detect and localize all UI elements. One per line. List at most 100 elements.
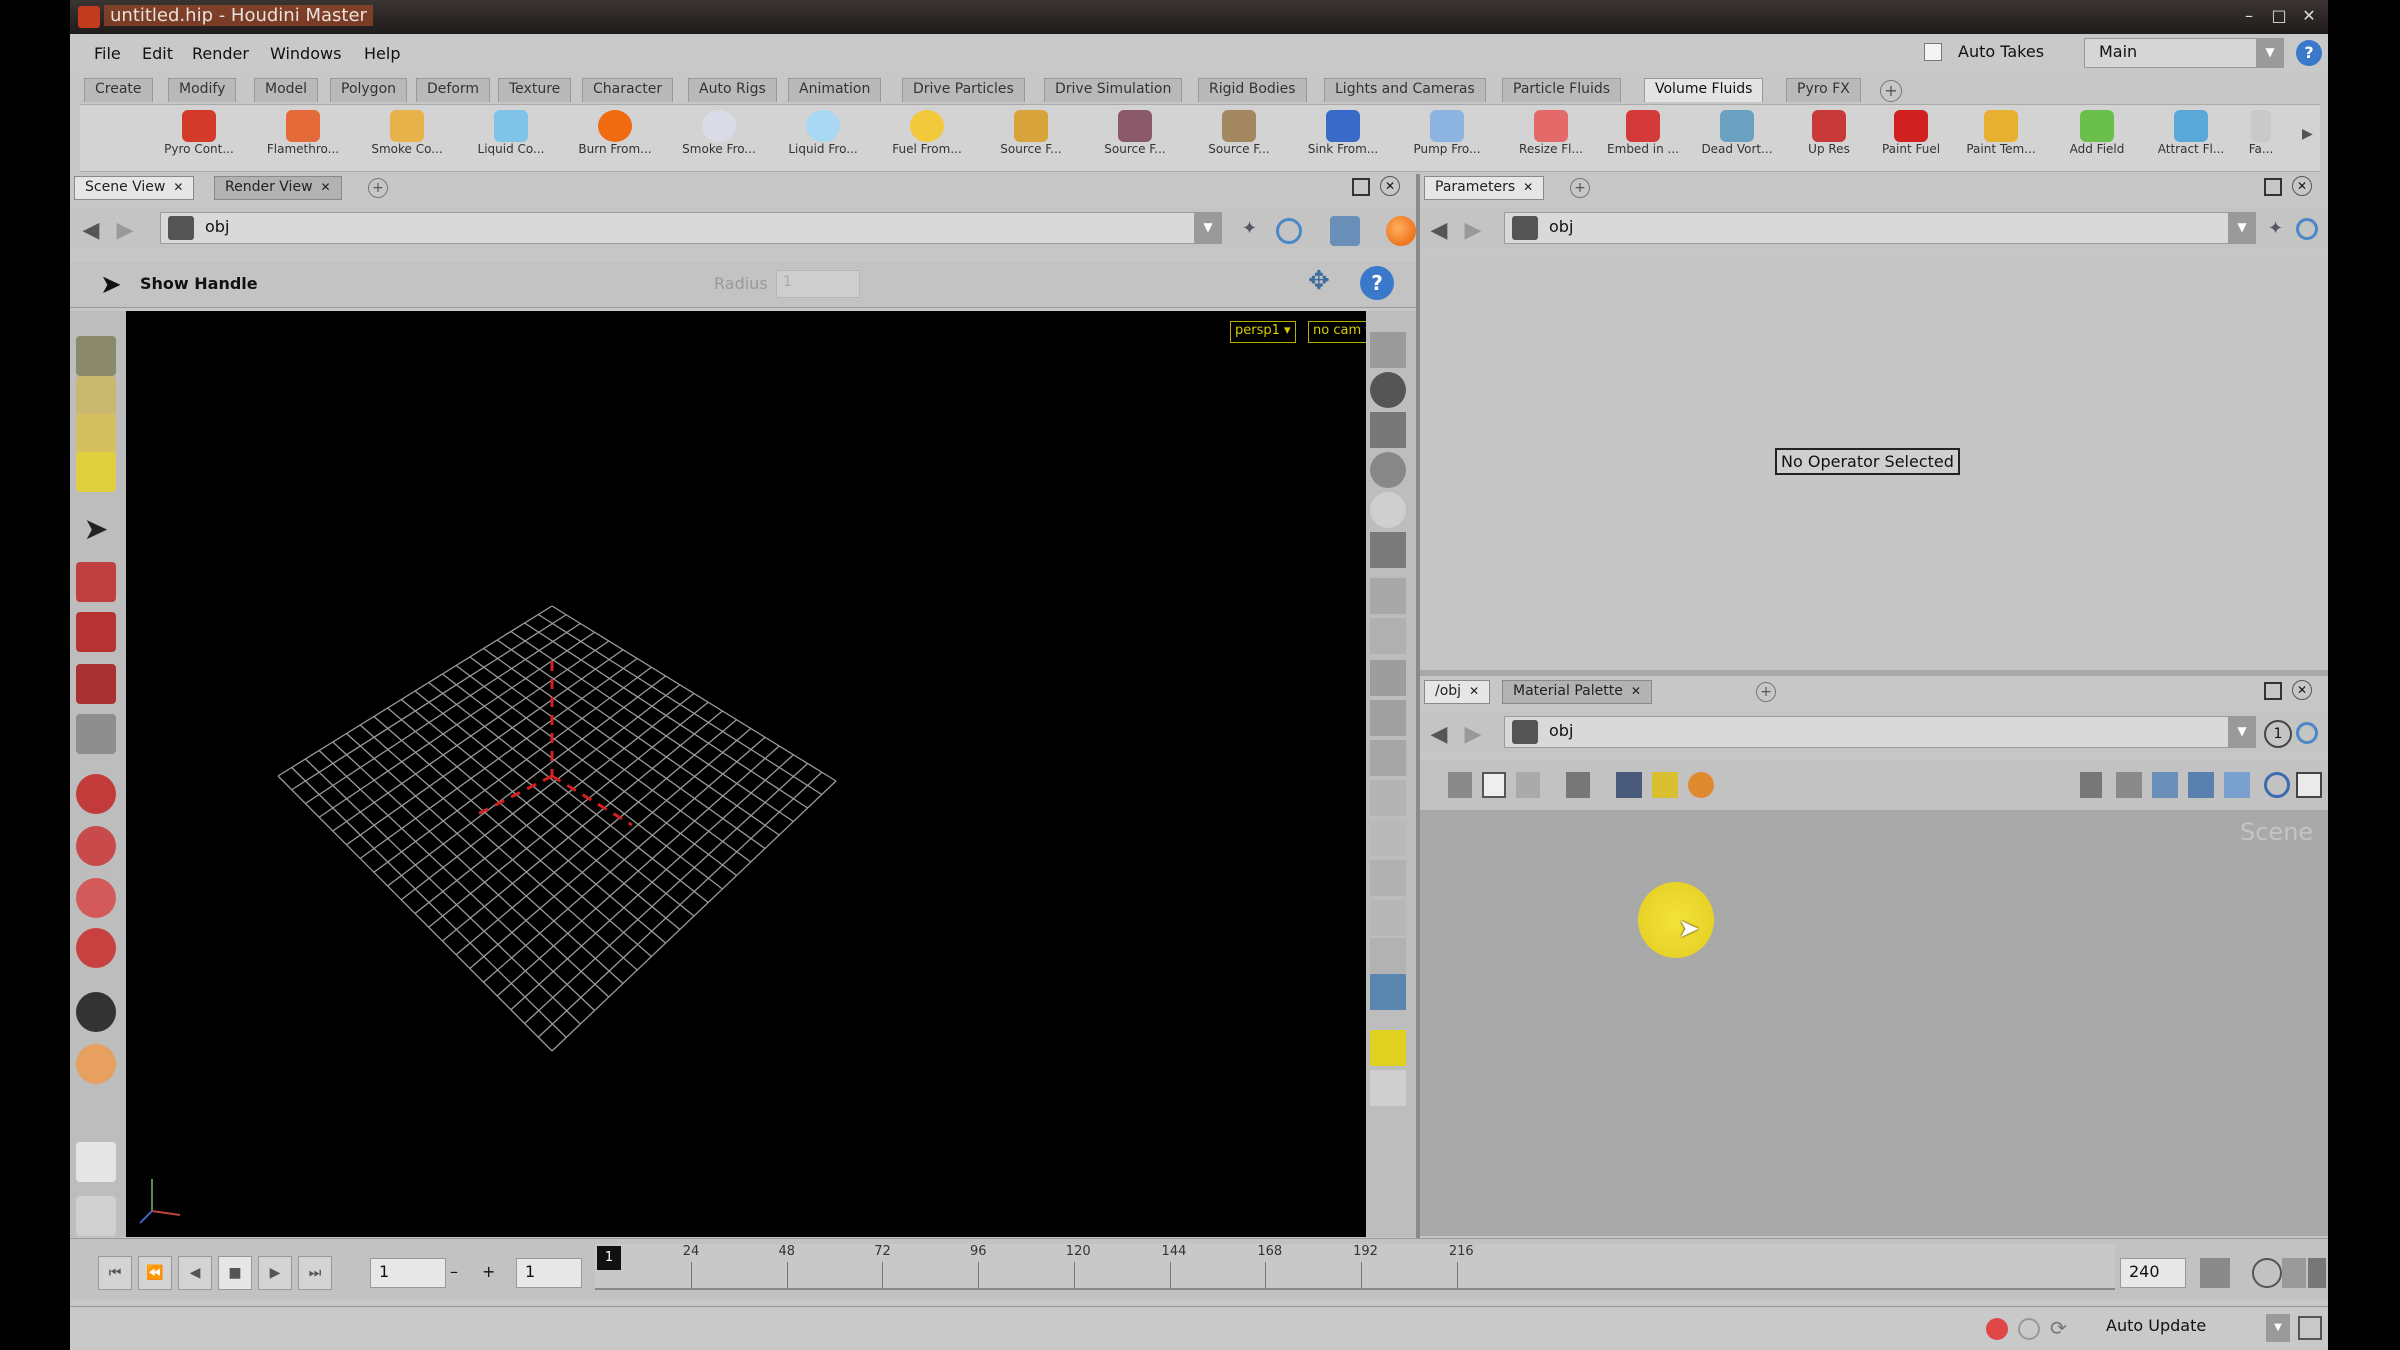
xform-tool-icon[interactable] [76, 774, 116, 814]
step-back-icon[interactable]: ⏪ [138, 1256, 172, 1290]
pin-icon[interactable]: ✦ [2268, 218, 2283, 239]
realtime-icon[interactable] [2252, 1258, 2282, 1288]
scale-tool-icon[interactable] [76, 664, 116, 704]
color-palette-icon[interactable] [1688, 772, 1714, 798]
render-region-icon[interactable] [76, 1044, 116, 1084]
curve-icon[interactable] [1370, 780, 1406, 816]
scale-handle-icon[interactable] [76, 878, 116, 918]
desktop-select[interactable]: Main [2084, 38, 2284, 68]
tool-liquid-from-object[interactable]: Liquid Fro... [780, 108, 866, 168]
shading-icon[interactable] [1370, 532, 1406, 568]
close-icon[interactable]: ✕ [321, 180, 331, 194]
stop-cook-icon[interactable] [1986, 1318, 2008, 1340]
pose-handle-icon[interactable] [76, 928, 116, 968]
tool-liquid-container[interactable]: Liquid Co... [468, 108, 554, 168]
shelf-tab-particle-fluids[interactable]: Particle Fluids [1502, 78, 1622, 102]
chevron-down-icon[interactable]: ▼ [2266, 1314, 2290, 1342]
menu-help[interactable]: Help [364, 44, 400, 63]
add-shelf-icon[interactable]: + [1880, 80, 1902, 102]
global-anim-icon[interactable] [2308, 1258, 2326, 1288]
tool-fuel-from-object[interactable]: Fuel From... [884, 108, 970, 168]
close-pane-icon[interactable]: ✕ [2292, 680, 2312, 700]
back-arrow-icon[interactable]: ◀ [1426, 218, 1452, 244]
tab-parameters[interactable]: Parameters ✕ [1424, 176, 1545, 200]
display-options-icon[interactable] [1330, 216, 1360, 246]
tab-obj[interactable]: /obj ✕ [1424, 680, 1491, 704]
camera-icon[interactable] [1370, 372, 1406, 408]
scene-path-field[interactable]: obj [160, 212, 1222, 244]
horizontal-splitter[interactable] [1420, 670, 2328, 676]
shelf-tab-create[interactable]: Create [84, 78, 153, 102]
shelf-tab-texture[interactable]: Texture [498, 78, 572, 102]
sticky-note-icon[interactable] [1652, 772, 1678, 798]
shelf-tab-modify[interactable]: Modify [168, 78, 237, 102]
minimize-icon[interactable]: – [2236, 4, 2262, 28]
render-icon[interactable] [1386, 216, 1416, 246]
guides-icon[interactable] [1370, 740, 1406, 776]
forward-arrow-icon[interactable]: ▶ [1460, 218, 1486, 244]
chevron-down-icon[interactable]: ▼ [2256, 38, 2284, 68]
help-icon[interactable]: ? [1360, 266, 1394, 300]
handle-tool-icon[interactable]: ✥ [1308, 266, 1344, 302]
chevron-down-icon[interactable]: ▼ [2228, 716, 2256, 748]
forward-arrow-icon[interactable]: ▶ [112, 218, 138, 244]
layout-nodes-icon[interactable] [2152, 772, 2178, 798]
brush-tool-icon[interactable] [76, 452, 116, 492]
network-box-icon[interactable] [1616, 772, 1642, 798]
menu-file[interactable]: File [94, 44, 121, 63]
search-icon[interactable] [2264, 772, 2290, 798]
notes-icon[interactable] [76, 1142, 116, 1182]
tool-paint-temperature[interactable]: Paint Tem... [1958, 108, 2044, 168]
add-tab-icon[interactable]: + [1756, 682, 1776, 702]
fullscreen-icon[interactable] [2298, 1316, 2322, 1340]
frame-increment-button[interactable]: + [482, 1262, 495, 1281]
network-path-field[interactable]: obj [1504, 716, 2256, 748]
tool-source-3[interactable]: Source F... [1196, 108, 1282, 168]
menu-windows[interactable]: Windows [270, 44, 341, 63]
points-icon[interactable] [1370, 618, 1406, 654]
chevron-down-icon[interactable]: ▼ [1194, 212, 1222, 244]
shelf-tab-rigid-bodies[interactable]: Rigid Bodies [1198, 78, 1307, 102]
close-icon[interactable]: ✕ [2296, 4, 2322, 28]
close-icon[interactable]: ✕ [1523, 180, 1533, 194]
tool-smoke-from-object[interactable]: Smoke Fro... [676, 108, 762, 168]
back-arrow-icon[interactable]: ◀ [78, 218, 104, 244]
maximize-pane-icon[interactable] [2264, 682, 2282, 700]
current-frame-field[interactable]: 1 [370, 1258, 446, 1288]
single-view-icon[interactable] [1370, 974, 1406, 1010]
tool-up-res[interactable]: Up Res [1786, 108, 1872, 168]
current-frame-marker[interactable]: 1 [597, 1246, 621, 1270]
new-network-icon[interactable] [1482, 772, 1506, 798]
pin-icon[interactable]: ✦ [1242, 218, 1268, 244]
help-icon[interactable]: ? [2296, 40, 2322, 66]
auto-takes-checkbox[interactable] [1924, 43, 1942, 61]
play-icon[interactable]: ▶ [258, 1256, 292, 1290]
frame-all-icon[interactable] [1370, 820, 1406, 856]
close-icon[interactable]: ✕ [1469, 684, 1479, 698]
pin-view-icon[interactable] [1370, 860, 1406, 896]
shelf-tab-auto-rigs[interactable]: Auto Rigs [688, 78, 777, 102]
tool-source-1[interactable]: Source F... [988, 108, 1074, 168]
radius-field[interactable]: 1 [776, 270, 860, 298]
maximize-icon[interactable]: □ [2266, 4, 2292, 28]
frame-decrement-button[interactable]: – [450, 1262, 458, 1281]
link-icon[interactable] [2296, 218, 2318, 240]
shelf-tab-volume-fluids[interactable]: Volume Fluids [1644, 78, 1764, 102]
tidy-icon[interactable] [2188, 772, 2214, 798]
close-icon[interactable]: ✕ [173, 180, 183, 194]
shelf-tab-animation[interactable]: Animation [788, 78, 882, 102]
tool-attract-fluid[interactable]: Attract Fl... [2148, 108, 2234, 168]
layout-icon[interactable] [1566, 772, 1590, 798]
tool-pyro-container[interactable]: Pyro Cont... [156, 108, 242, 168]
viewport-3d[interactable]: persp1 ▾ no cam ▾ [126, 311, 1418, 1237]
pose-tool-icon[interactable] [76, 414, 116, 454]
link-icon[interactable] [1276, 218, 1302, 244]
params-path-field[interactable]: obj [1504, 212, 2256, 244]
add-tab-icon[interactable]: + [368, 178, 388, 198]
select-arrow-icon[interactable]: ➤ [100, 270, 122, 300]
connect-icon[interactable] [2116, 772, 2142, 798]
link-icon[interactable] [2296, 722, 2318, 744]
translate-tool-icon[interactable] [76, 562, 116, 602]
grid-toggle-icon[interactable] [2224, 772, 2250, 798]
tool-resize-fluid[interactable]: Resize Fl... [1508, 108, 1594, 168]
